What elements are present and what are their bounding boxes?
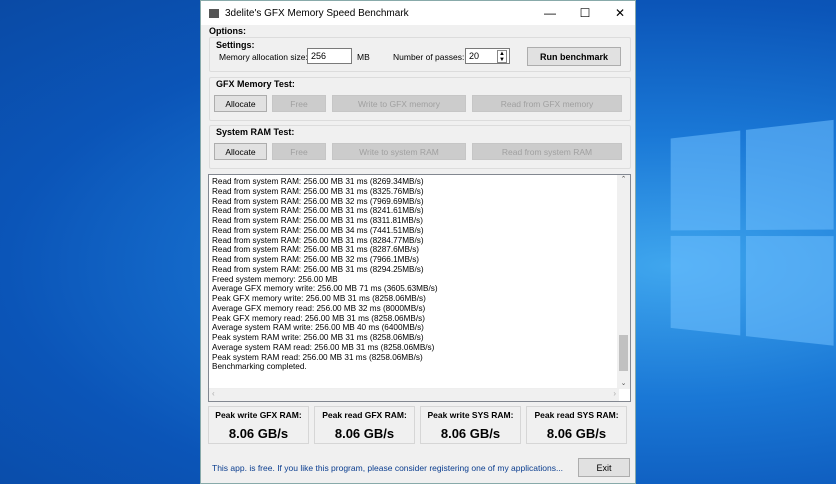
sys-test-label: System RAM Test: xyxy=(216,127,295,137)
gfx-write-button[interactable]: Write to GFX memory xyxy=(332,95,466,112)
passes-spinner-icon[interactable]: ▲ ▼ xyxy=(497,50,507,63)
result-label: Peak write GFX RAM: xyxy=(215,410,302,420)
scroll-down-icon[interactable]: ⌄ xyxy=(617,379,630,387)
sys-write-button[interactable]: Write to system RAM xyxy=(332,143,466,160)
log-line: Read from system RAM: 256.00 MB 32 ms (7… xyxy=(212,255,420,264)
result-peak-read-gfx: Peak read GFX RAM: 8.06 GB/s xyxy=(314,406,415,444)
log-line: Peak GFX memory write: 256.00 MB 31 ms (… xyxy=(212,294,426,303)
result-value: 8.06 GB/s xyxy=(546,426,607,441)
horizontal-scrollbar[interactable]: ‹ › xyxy=(209,388,619,401)
minimize-button[interactable]: — xyxy=(533,1,567,25)
options-label: Options: xyxy=(209,26,246,36)
result-peak-write-sys: Peak write SYS RAM: 8.06 GB/s xyxy=(420,406,521,444)
log-line: Read from system RAM: 256.00 MB 34 ms (7… xyxy=(212,225,424,235)
log-line: Average system RAM read: 256.00 MB 31 ms… xyxy=(212,342,435,352)
gfx-allocate-button[interactable]: Allocate xyxy=(214,95,267,112)
result-value: 8.06 GB/s xyxy=(334,426,395,441)
windows-logo xyxy=(670,119,834,350)
sys-free-button[interactable]: Free xyxy=(272,143,326,160)
log-line: Read from system RAM: 256.00 MB 31 ms (8… xyxy=(212,235,424,245)
sys-allocate-button[interactable]: Allocate xyxy=(214,143,267,160)
result-peak-write-gfx: Peak write GFX RAM: 8.06 GB/s xyxy=(208,406,309,444)
log-line: Average system RAM write: 256.00 MB 40 m… xyxy=(212,323,424,333)
mem-size-input[interactable]: 256 xyxy=(307,48,352,64)
mem-size-label: Memory allocation size: xyxy=(219,52,308,62)
passes-label: Number of passes: xyxy=(393,52,465,62)
settings-label: Settings: xyxy=(216,40,255,50)
result-label: Peak read GFX RAM: xyxy=(322,410,407,420)
scroll-left-icon[interactable]: ‹ xyxy=(212,389,215,398)
app-icon xyxy=(209,8,219,18)
log-lines: Read from system RAM: 256.00 MB 31 ms (8… xyxy=(212,177,438,372)
scroll-up-icon[interactable]: ⌃ xyxy=(617,175,630,183)
gfx-read-button[interactable]: Read from GFX memory xyxy=(472,95,622,112)
log-line: Average GFX memory write: 256.00 MB 71 m… xyxy=(212,284,438,294)
result-value: 8.06 GB/s xyxy=(228,426,289,441)
log-line: Peak GFX memory read: 256.00 MB 31 ms (8… xyxy=(212,313,425,323)
close-button[interactable]: ✕ xyxy=(603,1,637,25)
maximize-button[interactable]: ☐ xyxy=(568,1,602,25)
log-line: Peak system RAM read: 256.00 MB 31 ms (8… xyxy=(212,352,423,362)
vertical-scrollbar[interactable]: ⌃ ⌄ xyxy=(617,175,630,389)
scroll-right-icon[interactable]: › xyxy=(613,389,616,398)
log-line: Read from system RAM: 256.00 MB 31 ms (8… xyxy=(212,206,424,216)
sys-read-button[interactable]: Read from system RAM xyxy=(472,143,622,160)
result-value: 8.06 GB/s xyxy=(440,426,501,441)
log-line: Average GFX memory read: 256.00 MB 32 ms… xyxy=(212,303,426,313)
exit-button[interactable]: Exit xyxy=(578,458,630,477)
window-title: 3delite's GFX Memory Speed Benchmark xyxy=(225,7,409,19)
log-line: Read from system RAM: 256.00 MB 31 ms (8… xyxy=(212,177,424,186)
log-line: Read from system RAM: 256.00 MB 31 ms (8… xyxy=(212,264,424,274)
log-line: Read from system RAM: 256.00 MB 32 ms (7… xyxy=(212,196,424,206)
log-line: Read from system RAM: 256.00 MB 31 ms (8… xyxy=(212,216,423,225)
log-line: Benchmarking completed. xyxy=(212,362,307,372)
app-window: 3delite's GFX Memory Speed Benchmark — ☐… xyxy=(200,0,636,484)
scroll-thumb[interactable] xyxy=(619,335,628,371)
log-output[interactable]: Read from system RAM: 256.00 MB 31 ms (8… xyxy=(208,174,631,402)
result-peak-read-sys: Peak read SYS RAM: 8.06 GB/s xyxy=(526,406,627,444)
gfx-test-label: GFX Memory Test: xyxy=(216,79,295,89)
run-benchmark-button[interactable]: Run benchmark xyxy=(527,47,621,66)
register-link[interactable]: This app. is free. If you like this prog… xyxy=(212,463,563,473)
log-line: Read from system RAM: 256.00 MB 31 ms (8… xyxy=(212,186,424,196)
result-label: Peak read SYS RAM: xyxy=(534,410,619,420)
log-line: Peak system RAM write: 256.00 MB 31 ms (… xyxy=(212,333,424,342)
mem-unit-label: MB xyxy=(357,52,370,62)
result-label: Peak write SYS RAM: xyxy=(427,410,514,420)
gfx-free-button[interactable]: Free xyxy=(272,95,326,112)
log-line: Read from system RAM: 256.00 MB 31 ms (8… xyxy=(212,245,420,255)
log-line: Freed system memory: 256.00 MB xyxy=(212,274,338,284)
